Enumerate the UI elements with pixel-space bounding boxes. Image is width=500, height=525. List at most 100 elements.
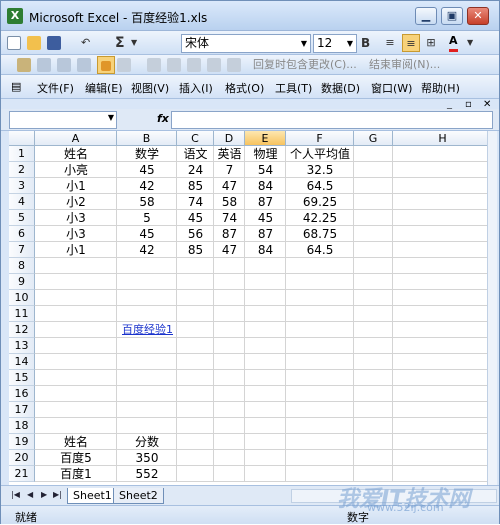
bold-button[interactable]: B	[361, 34, 370, 52]
cell-F7[interactable]: 64.5	[286, 242, 354, 258]
cell-A1[interactable]: 姓名	[35, 146, 117, 162]
cell-F6[interactable]: 68.75	[286, 226, 354, 242]
review-icon-4[interactable]	[77, 56, 91, 74]
review-icon-8[interactable]	[167, 56, 181, 74]
cell-A6[interactable]: 小3	[35, 226, 117, 242]
cell-E1[interactable]: 物理	[245, 146, 286, 162]
new-file-icon[interactable]	[7, 34, 21, 52]
cell-F1[interactable]: 个人平均值	[286, 146, 354, 162]
cell-D6[interactable]: 87	[214, 226, 245, 242]
cell-A19[interactable]: 姓名	[35, 434, 117, 450]
cell-C1[interactable]: 语文	[177, 146, 214, 162]
row-header-17[interactable]: 17	[9, 402, 35, 418]
open-folder-icon[interactable]	[27, 34, 41, 52]
reply-with-changes-button[interactable]: 回复时包含更改(C)...	[253, 56, 357, 74]
row-header-16[interactable]: 16	[9, 386, 35, 402]
tab-sheet2[interactable]: Sheet2	[113, 488, 164, 504]
end-review-button[interactable]: 结束审阅(N)...	[369, 56, 440, 74]
align-center-icon[interactable]: ≡	[402, 34, 420, 52]
review-icon-1[interactable]	[17, 56, 31, 74]
row-header-21[interactable]: 21	[9, 466, 35, 482]
cell-F2[interactable]: 32.5	[286, 162, 354, 178]
review-icon-5[interactable]	[97, 56, 115, 74]
cell-B21[interactable]: 552	[117, 466, 177, 482]
cell-D2[interactable]: 7	[214, 162, 245, 178]
cell-A2[interactable]: 小亮	[35, 162, 117, 178]
cell-F4[interactable]: 69.25	[286, 194, 354, 210]
row-header-3[interactable]: 3	[9, 178, 35, 194]
cell-D7[interactable]: 47	[214, 242, 245, 258]
cell-C4[interactable]: 74	[177, 194, 214, 210]
row-header-12[interactable]: 12	[9, 322, 35, 338]
formula-input[interactable]	[171, 111, 493, 129]
cell-C2[interactable]: 24	[177, 162, 214, 178]
cell-A20[interactable]: 百度5	[35, 450, 117, 466]
column-header-E[interactable]: E	[245, 131, 286, 146]
cell-A21[interactable]: 百度1	[35, 466, 117, 482]
font-color-button[interactable]: A	[449, 34, 458, 52]
column-header-C[interactable]: C	[177, 131, 214, 146]
function-icon[interactable]: fx	[157, 112, 169, 125]
cell-B19[interactable]: 分数	[117, 434, 177, 450]
first-sheet-icon[interactable]: |◀	[11, 490, 20, 499]
menu-tools[interactable]: 工具(T)	[275, 80, 312, 96]
column-header-G[interactable]: G	[354, 131, 393, 146]
maximize-button[interactable]: ▣	[441, 7, 463, 25]
cell-E3[interactable]: 84	[245, 178, 286, 194]
menu-insert[interactable]: 插入(I)	[179, 80, 213, 96]
review-icon-9[interactable]	[187, 56, 201, 74]
tab-sheet1[interactable]: Sheet1	[67, 488, 118, 504]
cell-D5[interactable]: 74	[214, 210, 245, 226]
row-header-1[interactable]: 1	[9, 146, 35, 162]
row-header-9[interactable]: 9	[9, 274, 35, 290]
cell-D3[interactable]: 47	[214, 178, 245, 194]
column-header-D[interactable]: D	[214, 131, 245, 146]
review-icon-11[interactable]	[227, 56, 241, 74]
last-sheet-icon[interactable]: ▶|	[53, 490, 62, 499]
cell-C3[interactable]: 85	[177, 178, 214, 194]
name-box[interactable]: ▼	[9, 111, 117, 129]
font-color-dropdown-icon[interactable]: ▼	[467, 34, 473, 52]
row-header-13[interactable]: 13	[9, 338, 35, 354]
row-header-6[interactable]: 6	[9, 226, 35, 242]
cell-C5[interactable]: 45	[177, 210, 214, 226]
row-header-4[interactable]: 4	[9, 194, 35, 210]
column-header-H[interactable]: H	[393, 131, 493, 146]
row-header-8[interactable]: 8	[9, 258, 35, 274]
row-header-18[interactable]: 18	[9, 418, 35, 434]
hyperlink-cell-B12[interactable]: 百度经验1	[122, 322, 173, 338]
cell-F5[interactable]: 42.25	[286, 210, 354, 226]
cell-D4[interactable]: 58	[214, 194, 245, 210]
cell-A7[interactable]: 小1	[35, 242, 117, 258]
cell-B20[interactable]: 350	[117, 450, 177, 466]
cell-D1[interactable]: 英语	[214, 146, 245, 162]
cell-E5[interactable]: 45	[245, 210, 286, 226]
cell-E6[interactable]: 87	[245, 226, 286, 242]
row-header-19[interactable]: 19	[9, 434, 35, 450]
cell-E7[interactable]: 84	[245, 242, 286, 258]
cell-C6[interactable]: 56	[177, 226, 214, 242]
vertical-scrollbar[interactable]	[487, 131, 497, 485]
align-left-icon[interactable]: ≡	[382, 34, 398, 52]
spreadsheet-grid[interactable]: A B C D E F G H 1 2 3 4 5 6 7 8 9 10 11 12 13 14 15 16 17 18 19 20 2…	[9, 131, 493, 485]
menu-format[interactable]: 格式(O)	[225, 80, 264, 96]
cell-F3[interactable]: 64.5	[286, 178, 354, 194]
cell-B5[interactable]: 5	[117, 210, 177, 226]
cell-B3[interactable]: 42	[117, 178, 177, 194]
review-icon-2[interactable]	[37, 56, 51, 74]
row-header-2[interactable]: 2	[9, 162, 35, 178]
column-header-A[interactable]: A	[35, 131, 117, 146]
menu-window[interactable]: 窗口(W)	[371, 80, 412, 96]
row-header-15[interactable]: 15	[9, 370, 35, 386]
cell-C7[interactable]: 85	[177, 242, 214, 258]
menu-data[interactable]: 数据(D)	[321, 80, 360, 96]
close-button[interactable]: ✕	[467, 7, 489, 25]
review-icon-3[interactable]	[57, 56, 71, 74]
cell-A5[interactable]: 小3	[35, 210, 117, 226]
prev-sheet-icon[interactable]: ◀	[27, 490, 33, 499]
column-header-F[interactable]: F	[286, 131, 354, 146]
column-header-B[interactable]: B	[117, 131, 177, 146]
row-header-20[interactable]: 20	[9, 450, 35, 466]
cell-E2[interactable]: 54	[245, 162, 286, 178]
cell-B2[interactable]: 45	[117, 162, 177, 178]
